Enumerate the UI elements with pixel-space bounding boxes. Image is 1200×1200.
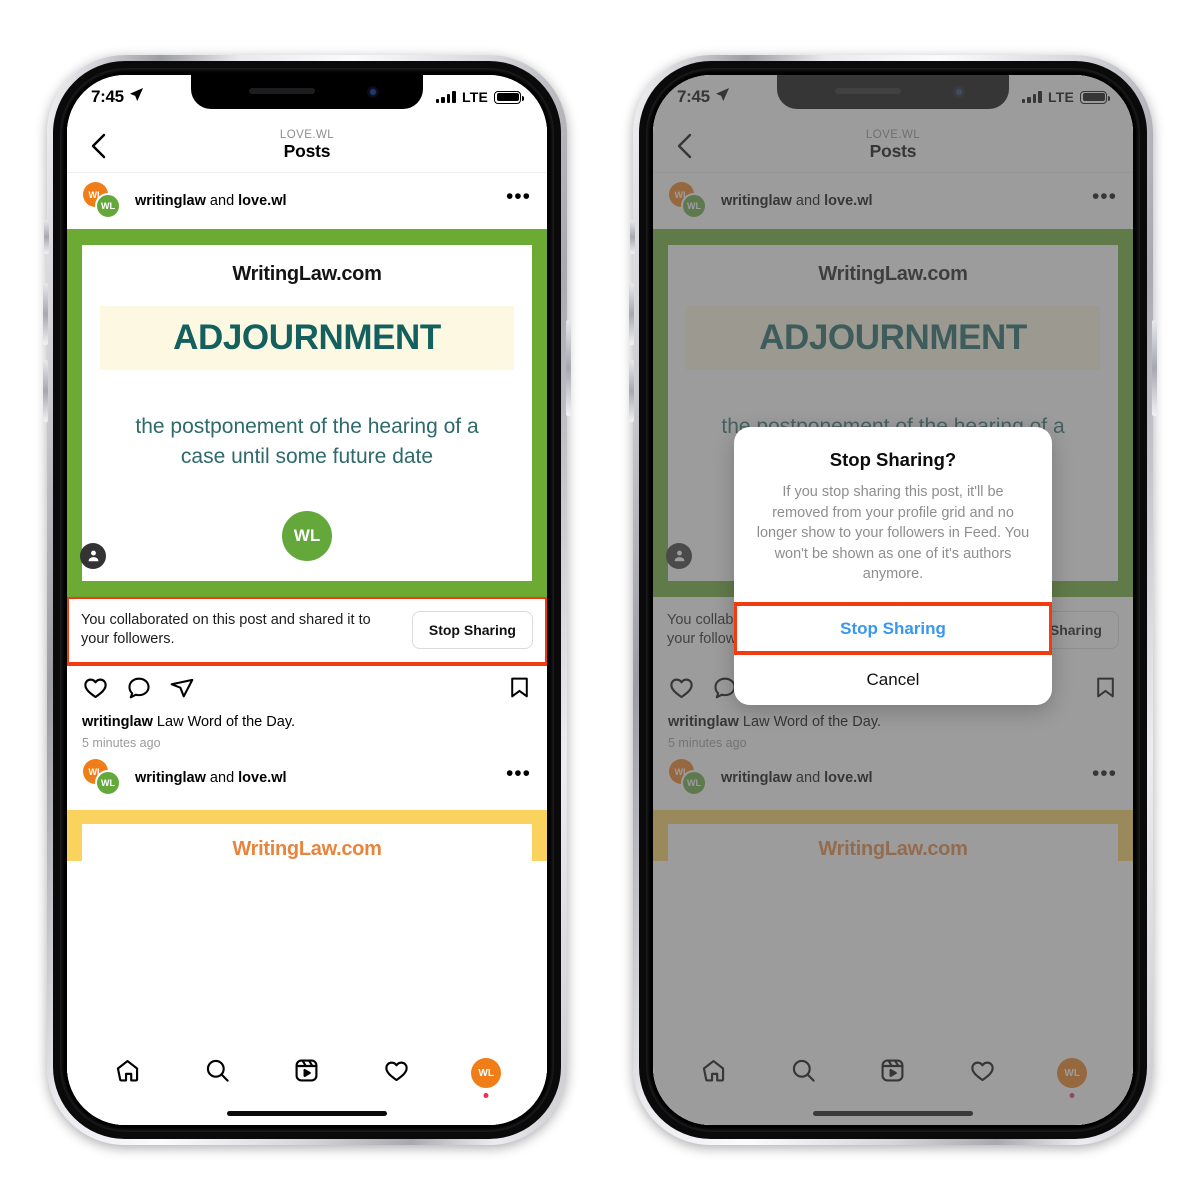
post-image-2[interactable]: WritingLaw.com bbox=[67, 810, 547, 861]
silence-switch[interactable] bbox=[44, 220, 49, 254]
stop-sharing-dialog: Stop Sharing? If you stop sharing this p… bbox=[734, 427, 1052, 705]
phone-screen-left: 7:45 LTE LOVE.WL Posts WL WL writinglaw … bbox=[67, 75, 547, 1125]
tab-activity[interactable] bbox=[373, 1054, 421, 1092]
post-timestamp: 5 minutes ago bbox=[82, 736, 161, 750]
post-username[interactable]: writinglaw and love.wl bbox=[135, 193, 287, 209]
dialog-message: If you stop sharing this post, it'll be … bbox=[756, 484, 1030, 583]
post-username-secondary[interactable]: love.wl bbox=[238, 193, 286, 209]
tab-bar: WL bbox=[67, 1039, 547, 1125]
network-label: LTE bbox=[461, 89, 488, 105]
dialog-title: Stop Sharing? bbox=[829, 449, 957, 470]
post-username-primary[interactable]: writinglaw bbox=[135, 193, 206, 209]
tab-search[interactable] bbox=[193, 1054, 241, 1092]
silence-switch-2[interactable] bbox=[630, 220, 635, 254]
notch bbox=[191, 75, 423, 109]
dialog-cancel-button[interactable]: Cancel bbox=[734, 653, 1052, 705]
reels-icon[interactable] bbox=[293, 1057, 320, 1089]
avatar-2[interactable]: WL WL bbox=[83, 759, 125, 797]
nav-bar: LOVE.WL Posts bbox=[67, 119, 547, 173]
post2-username-conjunction: and bbox=[205, 770, 239, 786]
home-indicator[interactable] bbox=[227, 1111, 387, 1116]
volume-down-button[interactable] bbox=[43, 360, 48, 422]
tab-reels[interactable] bbox=[283, 1054, 331, 1092]
volume-up-button[interactable] bbox=[43, 283, 48, 345]
unread-dot bbox=[483, 1093, 489, 1098]
caption-text: Law Word of the Day. bbox=[152, 714, 296, 730]
post-card-word: ADJOURNMENT bbox=[173, 318, 441, 357]
post-card-2-brand: WritingLaw.com bbox=[232, 838, 382, 860]
status-left: 7:45 bbox=[91, 87, 144, 107]
volume-up-button-2[interactable] bbox=[629, 283, 634, 345]
earpiece-speaker bbox=[249, 88, 315, 94]
signal-bars-icon bbox=[435, 91, 456, 103]
home-icon[interactable] bbox=[114, 1057, 141, 1089]
instagram-app: 7:45 LTE LOVE.WL Posts WL WL writinglaw … bbox=[67, 75, 547, 1125]
status-time: 7:45 bbox=[91, 87, 124, 106]
location-arrow-icon bbox=[129, 87, 144, 107]
more-options-icon-2[interactable]: ••• bbox=[506, 763, 531, 786]
page-title: Posts bbox=[283, 141, 331, 162]
post-card-band: ADJOURNMENT bbox=[100, 306, 514, 370]
phone-right: 7:45 LTE LO bbox=[629, 55, 1157, 1145]
share-paper-plane-icon[interactable] bbox=[169, 675, 195, 706]
more-options-icon[interactable]: ••• bbox=[506, 186, 531, 209]
avatar[interactable]: WL WL bbox=[83, 182, 125, 220]
nav-titles: LOVE.WL Posts bbox=[280, 129, 334, 161]
stop-sharing-button[interactable]: Stop Sharing bbox=[411, 611, 533, 650]
tab-profile[interactable]: WL bbox=[462, 1054, 510, 1098]
power-button-2[interactable] bbox=[1152, 320, 1157, 416]
collab-banner-text: You collaborated on this post and shared… bbox=[81, 611, 371, 648]
post-card-definition: the postponement of the hearing of a cas… bbox=[135, 415, 479, 469]
post-image[interactable]: WritingLaw.com ADJOURNMENT the postponem… bbox=[67, 229, 547, 597]
tab-home[interactable] bbox=[104, 1054, 152, 1092]
post-username-2[interactable]: writinglaw and love.wl bbox=[135, 770, 287, 786]
search-icon[interactable] bbox=[204, 1057, 231, 1089]
profile-avatar[interactable]: WL bbox=[471, 1058, 502, 1088]
post-card-logo: WL bbox=[282, 510, 332, 561]
bookmark-icon[interactable] bbox=[507, 675, 532, 705]
caption-username[interactable]: writinglaw bbox=[82, 714, 153, 730]
post-username-conjunction: and bbox=[205, 193, 239, 209]
heart-icon-tab[interactable] bbox=[383, 1057, 410, 1089]
volume-down-button-2[interactable] bbox=[629, 360, 634, 422]
avatar-secondary[interactable]: WL bbox=[95, 193, 121, 219]
front-camera bbox=[367, 86, 379, 98]
post-card: WritingLaw.com ADJOURNMENT the postponem… bbox=[82, 245, 532, 581]
feed[interactable]: WL WL writinglaw and love.wl ••• Writing… bbox=[67, 173, 547, 1039]
status-right: LTE bbox=[435, 89, 524, 105]
battery-full-icon bbox=[494, 90, 524, 104]
dialog-body: Stop Sharing? If you stop sharing this p… bbox=[734, 427, 1052, 603]
post-actions bbox=[67, 664, 547, 710]
phone-left: 7:45 LTE LOVE.WL Posts WL WL writinglaw … bbox=[43, 55, 571, 1145]
post2-username-secondary[interactable]: love.wl bbox=[238, 770, 286, 786]
dialog-stop-sharing-button[interactable]: Stop Sharing bbox=[734, 601, 1052, 655]
post-card-2: WritingLaw.com bbox=[82, 824, 532, 861]
phone-screen-right: 7:45 LTE LO bbox=[653, 75, 1133, 1125]
comment-bubble-icon[interactable] bbox=[126, 675, 152, 706]
post-caption: writinglaw Law Word of the Day. bbox=[67, 710, 547, 730]
avatar-secondary-2[interactable]: WL bbox=[95, 770, 121, 796]
post2-username-primary[interactable]: writinglaw bbox=[135, 770, 206, 786]
screenshot-stage: 7:45 LTE LOVE.WL Posts WL WL writinglaw … bbox=[0, 0, 1200, 1200]
power-button[interactable] bbox=[566, 320, 571, 416]
collab-banner: You collaborated on this post and shared… bbox=[67, 594, 547, 667]
post-header: WL WL writinglaw and love.wl ••• bbox=[67, 173, 547, 229]
post-header-2: WL WL writinglaw and love.wl ••• bbox=[67, 750, 547, 806]
back-chevron-icon[interactable] bbox=[85, 132, 113, 160]
person-tag-icon[interactable] bbox=[80, 542, 106, 569]
post-card-brand: WritingLaw.com bbox=[232, 263, 382, 285]
heart-icon[interactable] bbox=[82, 674, 109, 706]
